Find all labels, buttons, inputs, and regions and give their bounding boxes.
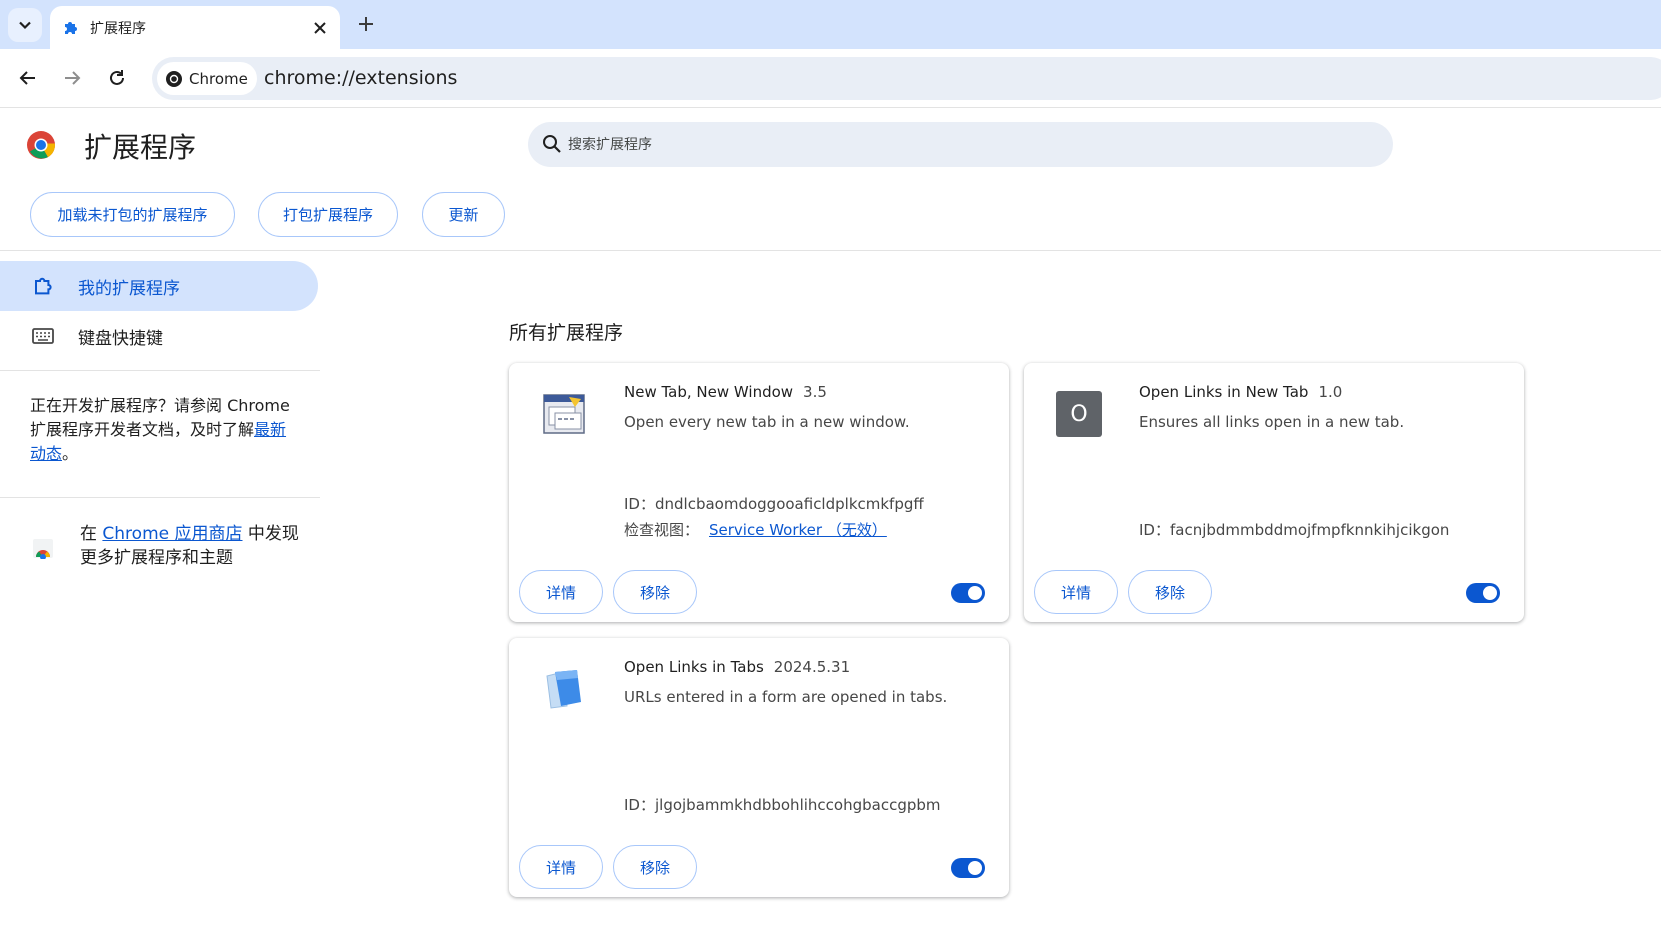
update-button[interactable]: 更新 xyxy=(422,192,505,237)
new-window-icon xyxy=(543,394,585,434)
extension-name-row: Open Links in New Tab 1.0 xyxy=(1139,383,1342,401)
sidebar-item-my-extensions[interactable]: 我的扩展程序 xyxy=(0,261,318,311)
extension-search-bar[interactable] xyxy=(528,122,1393,167)
enable-toggle[interactable] xyxy=(951,858,985,878)
open-tabs-icon xyxy=(546,670,581,709)
header-divider xyxy=(0,250,1661,251)
reload-button[interactable] xyxy=(102,63,132,93)
toggle-knob xyxy=(968,861,982,875)
web-store-link[interactable]: Chrome 应用商店 xyxy=(102,524,242,544)
toggle-knob xyxy=(968,586,982,600)
web-store-text: 在 Chrome 应用商店 中发现更多扩展程序和主题 xyxy=(80,524,299,568)
inspect-views: 检查视图： Service Worker （无效） xyxy=(624,521,887,539)
chevron-down-icon xyxy=(19,21,31,30)
remove-button[interactable]: 移除 xyxy=(1128,570,1212,614)
load-unpacked-button[interactable]: 加载未打包的扩展程序 xyxy=(30,192,235,237)
plus-icon xyxy=(359,17,373,31)
site-chip-label: Chrome xyxy=(189,69,248,88)
developer-docs-text: 正在开发扩展程序？请参阅 Chrome 扩展程序开发者文档，及时了解最新动态。 xyxy=(30,396,290,463)
arrow-left-icon xyxy=(19,71,35,85)
enable-toggle[interactable] xyxy=(951,583,985,603)
reload-icon xyxy=(110,70,124,85)
extension-description: Open every new tab in a new window. xyxy=(624,413,910,431)
chrome-logo-icon xyxy=(27,131,55,159)
sidebar-item-keyboard-shortcuts[interactable]: 键盘快捷键 xyxy=(0,311,318,361)
chrome-icon xyxy=(166,70,182,87)
extension-card: Open Links in Tabs 2024.5.31 URLs entered… xyxy=(509,638,1009,897)
extension-name-row: New Tab, New Window 3.5 xyxy=(624,383,827,401)
extension-icon xyxy=(35,277,52,295)
extension-version: 3.5 xyxy=(803,383,827,401)
forward-button[interactable] xyxy=(57,63,87,93)
extension-id: ID：facnjbdmmbddmojfmpfknnkihjcikgon xyxy=(1139,521,1450,539)
details-button[interactable]: 详情 xyxy=(1034,570,1118,614)
address-bar[interactable]: Chrome chrome://extensions xyxy=(152,57,1661,100)
keyboard-icon xyxy=(32,328,54,344)
letter-o-icon: O xyxy=(1056,391,1102,437)
tab-title: 扩展程序 xyxy=(90,20,146,37)
url-text[interactable]: chrome://extensions xyxy=(264,57,457,100)
extension-card: O Open Links in New Tab 1.0 Ensures all l… xyxy=(1024,363,1524,622)
tab-strip: 扩展程序 xyxy=(0,0,1661,49)
details-button[interactable]: 详情 xyxy=(519,570,603,614)
section-title: 所有扩展程序 xyxy=(509,322,624,344)
extension-name: New Tab, New Window xyxy=(624,383,794,401)
sidebar-divider xyxy=(0,497,320,498)
service-worker-link[interactable]: Service Worker （无效） xyxy=(709,521,887,539)
extension-name: Open Links in Tabs xyxy=(624,658,764,676)
extension-id: ID：jlgojbammkhdbbohlihccohgbaccgpbm xyxy=(624,796,941,814)
tab-close-button[interactable] xyxy=(308,16,332,40)
puzzle-icon xyxy=(65,21,77,34)
extension-version: 2024.5.31 xyxy=(773,658,851,676)
extension-name: Open Links in New Tab xyxy=(1139,383,1309,401)
extension-version: 1.0 xyxy=(1318,383,1343,401)
extension-name-row: Open Links in Tabs 2024.5.31 xyxy=(624,658,850,676)
browser-toolbar: Chrome chrome://extensions xyxy=(0,49,1661,108)
remove-button[interactable]: 移除 xyxy=(613,845,697,889)
extension-card: New Tab, New Window 3.5 Open every new ta… xyxy=(509,363,1009,622)
toggle-knob xyxy=(1483,586,1497,600)
close-icon xyxy=(314,21,326,34)
extension-description: Ensures all links open in a new tab. xyxy=(1139,413,1405,431)
details-button[interactable]: 详情 xyxy=(519,845,603,889)
web-store-icon xyxy=(33,539,53,559)
search-icon xyxy=(543,135,561,153)
sidebar-divider xyxy=(0,370,320,371)
sidebar-item-label: 键盘快捷键 xyxy=(78,328,163,349)
page-title: 扩展程序 xyxy=(84,131,197,164)
extension-id: ID：dndlcbaomdoggooaficldplkcmkfpgff xyxy=(624,495,924,513)
pack-extension-button[interactable]: 打包扩展程序 xyxy=(258,192,398,237)
enable-toggle[interactable] xyxy=(1466,583,1500,603)
extension-description: URLs entered in a form are opened in tab… xyxy=(624,688,948,706)
back-button[interactable] xyxy=(13,63,43,93)
search-input[interactable] xyxy=(568,122,1368,167)
remove-button[interactable]: 移除 xyxy=(613,570,697,614)
sidebar-item-label: 我的扩展程序 xyxy=(78,278,180,299)
site-info-chip[interactable]: Chrome xyxy=(157,62,257,95)
new-tab-button[interactable] xyxy=(352,10,380,38)
active-tab[interactable]: 扩展程序 xyxy=(50,6,340,49)
arrow-right-icon xyxy=(65,71,81,85)
tab-search-button[interactable] xyxy=(8,8,42,42)
